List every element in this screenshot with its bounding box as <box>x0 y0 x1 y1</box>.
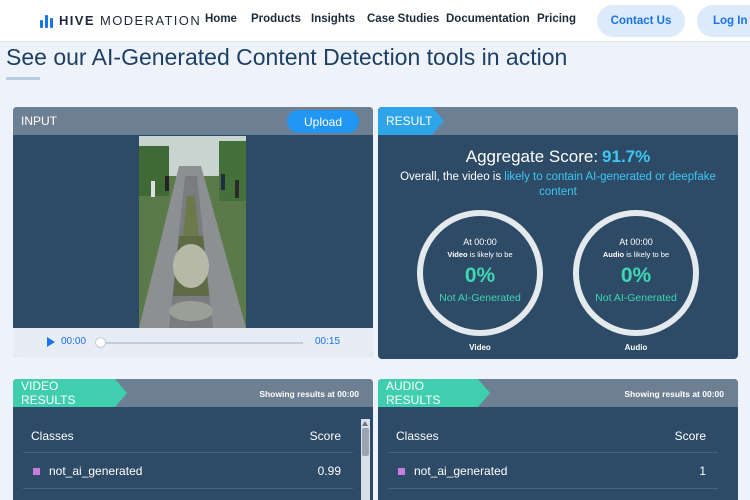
overall-verdict: Overall, the video is likely to contain … <box>400 171 716 198</box>
audio-results-panel: AUDIO RESULTS Showing results at 00:00 C… <box>378 379 738 500</box>
aggregate-score: Aggregate Score: 91.7% <box>465 147 651 166</box>
column-score: Score <box>674 429 706 443</box>
column-classes: Classes <box>31 429 74 443</box>
audio-time: At 00:00 <box>619 237 653 247</box>
video-score-ring: At 00:00 Video is likely to be 0% Not AI… <box>417 210 543 336</box>
nav-documentation[interactable]: Documentation <box>446 13 530 25</box>
input-panel: INPUT Upload 00:00 00:15 <box>13 107 373 357</box>
logo-text: HIVE MODERATION <box>59 13 202 28</box>
class-score: 0.99 <box>317 464 341 478</box>
column-classes: Classes <box>396 429 439 443</box>
table-row: not_ai_generated 1 <box>388 453 718 489</box>
video-likely: Video is likely to be <box>447 250 513 259</box>
result-panel: RESULT Aggregate Score: 91.7% Overall, th… <box>378 107 738 359</box>
audio-showing-results: Showing results at 00:00 <box>624 389 724 399</box>
seek-track[interactable] <box>101 342 303 344</box>
class-color-swatch <box>398 468 405 475</box>
video-label: Not AI-Generated <box>439 292 521 304</box>
seek-thumb[interactable] <box>95 337 106 348</box>
table-row: not_ai_generated 0.99 <box>23 453 353 489</box>
audio-results-tag: AUDIO RESULTS <box>378 379 490 407</box>
video-time: At 00:00 <box>463 237 497 247</box>
headline-underline <box>6 77 40 80</box>
hive-logo-icon <box>40 14 53 28</box>
table-header: Classes Score <box>388 419 718 453</box>
audio-percent: 0% <box>620 264 652 287</box>
nav-insights[interactable]: Insights <box>311 13 355 25</box>
video-frame[interactable] <box>139 136 246 328</box>
audio-score-ring: At 00:00 Audio is likely to be 0% Not AI… <box>573 210 699 336</box>
video-results-scrollbar[interactable] <box>361 419 370 500</box>
video-results-table: Classes Score not_ai_generated 0.99 <box>23 419 353 500</box>
upload-button[interactable]: Upload <box>287 110 359 133</box>
audio-caption: Audio <box>624 343 648 352</box>
video-caption: Video <box>469 343 491 352</box>
verdict-highlight: likely to contain AI-generated or deepfa… <box>504 171 716 198</box>
aggregate-score-value: 91.7% <box>602 147 651 166</box>
total-time: 00:15 <box>315 336 341 347</box>
class-name: not_ai_generated <box>49 464 143 478</box>
play-icon[interactable] <box>47 337 55 347</box>
column-score: Score <box>309 429 341 443</box>
audio-likely: Audio is likely to be <box>602 250 670 259</box>
scroll-thumb[interactable] <box>362 428 369 456</box>
scroll-up-icon[interactable] <box>362 421 368 426</box>
hive-logo[interactable]: HIVE MODERATION <box>40 13 201 28</box>
video-showing-results: Showing results at 00:00 <box>259 389 359 399</box>
class-color-swatch <box>33 468 40 475</box>
nav-case-studies[interactable]: Case Studies <box>367 13 439 25</box>
audio-results-table: Classes Score not_ai_generated 1 <box>388 419 718 500</box>
video-player[interactable] <box>13 135 373 328</box>
contact-us-button[interactable]: Contact Us <box>597 5 685 37</box>
nav-home[interactable]: Home <box>205 13 237 25</box>
video-percent: 0% <box>464 264 496 287</box>
current-time: 00:00 <box>61 336 87 347</box>
player-controls: 00:00 00:15 <box>13 328 373 357</box>
input-title: INPUT <box>21 114 57 128</box>
nav-products[interactable]: Products <box>251 13 301 25</box>
table-header: Classes Score <box>23 419 353 453</box>
road-video-thumbnail <box>139 136 246 328</box>
page-headline: See our AI-Generated Content Detection t… <box>6 44 568 70</box>
nav-pricing[interactable]: Pricing <box>537 13 576 25</box>
class-name: not_ai_generated <box>414 464 508 478</box>
result-tag: RESULT <box>378 107 444 135</box>
audio-label: Not AI-Generated <box>595 292 677 304</box>
video-results-tag: VIDEO RESULTS <box>13 379 127 407</box>
class-score: 1 <box>699 464 706 478</box>
video-results-panel: VIDEO RESULTS Showing results at 00:00 C… <box>13 379 373 500</box>
top-nav: HIVE MODERATION Home Products Insights C… <box>0 0 750 42</box>
log-in-button[interactable]: Log In <box>697 5 750 37</box>
